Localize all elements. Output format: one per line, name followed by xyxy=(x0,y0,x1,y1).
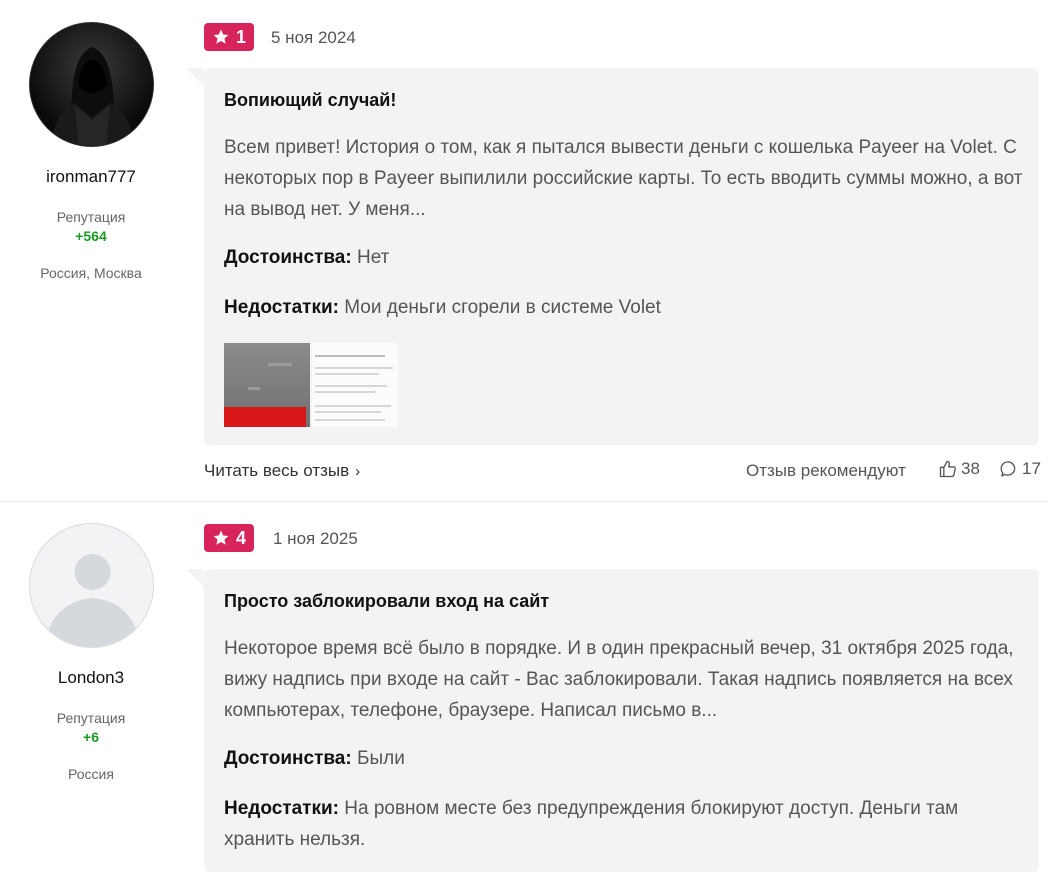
reputation-label: Репутация xyxy=(56,209,126,225)
avatar[interactable] xyxy=(29,22,154,147)
review-cons: Недостатки: Мои деньги сгорели в системе… xyxy=(224,292,1024,323)
author-location: Россия, Москва xyxy=(40,265,142,281)
rating-value: 4 xyxy=(235,527,246,548)
likes-count: 38 xyxy=(961,459,980,478)
review-photo-thumbnail[interactable] xyxy=(224,343,310,427)
review-pros: Достоинства: Были xyxy=(224,743,1024,774)
avatar[interactable] xyxy=(29,523,154,648)
chevron-right-icon: › xyxy=(355,463,361,480)
pros-text: Нет xyxy=(356,247,390,268)
review-item: ironman777 Репутация +564 Россия, Москва… xyxy=(0,0,1048,502)
comments-button[interactable]: 17 xyxy=(999,459,1041,479)
reputation-value: +6 xyxy=(83,729,99,745)
pros-text: Были xyxy=(356,748,405,769)
read-full-review-link[interactable]: Читать весь отзыв › xyxy=(204,461,360,481)
author-location: Россия xyxy=(68,766,114,782)
review-date: 1 ноя 2025 xyxy=(273,529,358,548)
rating-value: 1 xyxy=(235,26,246,47)
cons-label: Недостатки: xyxy=(224,798,339,819)
reputation-value: +564 xyxy=(75,228,107,244)
reputation-label: Репутация xyxy=(56,710,126,726)
rating-badge: 1 xyxy=(204,23,254,51)
author-name[interactable]: ironman777 xyxy=(0,167,182,187)
review-text: Некоторое время всё было в порядке. И в … xyxy=(224,638,1014,721)
cons-label: Недостатки: xyxy=(224,297,339,318)
review-card: Вопиющий случай! Всем привет! История о … xyxy=(186,68,1039,445)
read-more-label: Читать весь отзыв xyxy=(204,461,350,480)
cons-text: Мои деньги сгорели в системе Volet xyxy=(344,297,661,318)
recommend-label: Отзыв рекомендуют xyxy=(746,461,906,480)
review-cons: Недостатки: На ровном месте без предупре… xyxy=(224,793,1024,855)
review-text: Всем привет! История о том, как я пыталс… xyxy=(224,137,1023,220)
pros-label: Достоинства: xyxy=(224,748,352,769)
likes-button[interactable]: 38 xyxy=(938,459,980,479)
pros-label: Достоинства: xyxy=(224,247,352,268)
star-icon xyxy=(213,29,229,44)
thumbs-up-icon xyxy=(939,460,956,478)
review-card: Просто заблокировали вход на сайт Некото… xyxy=(186,569,1039,872)
star-icon xyxy=(213,530,229,545)
review-title[interactable]: Просто заблокировали вход на сайт xyxy=(224,591,549,612)
review-title[interactable]: Вопиющий случай! xyxy=(224,90,396,111)
review-pros: Достоинства: Нет xyxy=(224,242,1024,273)
default-user-icon xyxy=(44,554,141,647)
rating-badge: 4 xyxy=(204,524,254,552)
review-item: London3 Репутация +6 Россия 4 1 ноя 2025… xyxy=(0,502,1048,877)
review-photo-thumbnail[interactable] xyxy=(312,343,398,427)
comment-icon xyxy=(1000,461,1016,477)
author-name[interactable]: London3 xyxy=(0,668,182,688)
hooded-figure-avatar-image xyxy=(30,23,153,146)
comments-count: 17 xyxy=(1022,459,1041,478)
review-date: 5 ноя 2024 xyxy=(271,28,356,47)
